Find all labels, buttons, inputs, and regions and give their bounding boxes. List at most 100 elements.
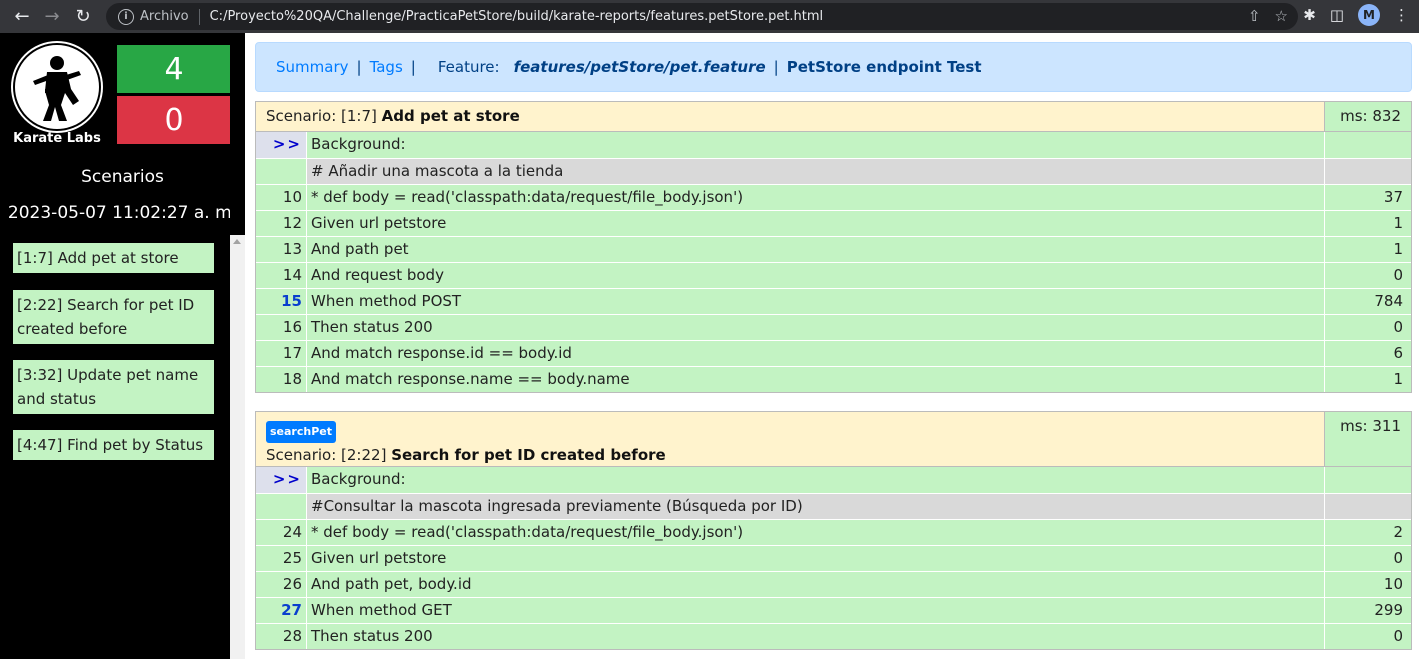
step-text: And match response.name == body.name xyxy=(307,367,1324,392)
step-duration: 784 xyxy=(1324,289,1411,314)
scenarios-title: Scenarios xyxy=(81,167,164,187)
line-number: 26 xyxy=(256,572,307,597)
step-duration: 10 xyxy=(1324,572,1411,597)
feature-name: PetStore endpoint Test xyxy=(786,58,982,76)
step-row: 12 Given url petstore 1 xyxy=(256,210,1411,236)
scenario-link[interactable]: [2:22] Search for pet ID created before xyxy=(13,290,214,344)
back-arrow-icon[interactable]: ← xyxy=(7,1,37,31)
line-number xyxy=(256,494,307,519)
step-duration: 1 xyxy=(1324,211,1411,236)
line-number: 10 xyxy=(256,185,307,210)
menu-icon[interactable]: ⋮ xyxy=(1394,6,1409,24)
scrollbar[interactable] xyxy=(230,235,245,659)
step-duration: 0 xyxy=(1324,546,1411,571)
scenario-block: searchPet Scenario: [2:22] Search for pe… xyxy=(255,411,1412,650)
line-number: 14 xyxy=(256,263,307,288)
line-number: 27 xyxy=(256,598,307,623)
scenario-link[interactable]: [4:47] Find pet by Status xyxy=(13,430,214,460)
scenario-ms: ms: 311 xyxy=(1324,412,1411,466)
step-text: Then status 200 xyxy=(307,315,1324,340)
expand-toggle[interactable]: >> xyxy=(256,467,307,493)
failed-count: 0 xyxy=(117,96,231,144)
step-duration xyxy=(1324,132,1411,158)
line-number: 16 xyxy=(256,315,307,340)
step-row: # Añadir una mascota a la tienda xyxy=(256,158,1411,184)
forward-arrow-icon[interactable]: → xyxy=(37,1,67,31)
scheme-label: Archivo xyxy=(140,9,189,24)
share-icon[interactable]: ⇧ xyxy=(1248,7,1261,25)
step-duration xyxy=(1324,467,1411,493)
scenario-link[interactable]: [1:7] Add pet at store xyxy=(13,243,214,273)
scenario-title: Scenario: [1:7] Add pet at store xyxy=(256,102,1324,131)
line-number: 28 xyxy=(256,624,307,649)
step-row: 25 Given url petstore 0 xyxy=(256,545,1411,571)
step-duration: 2 xyxy=(1324,520,1411,545)
feature-path: features/petStore/pet.feature xyxy=(513,58,766,76)
logo-text: Karate Labs xyxy=(13,131,101,146)
tag-badge[interactable]: searchPet xyxy=(266,421,336,443)
feature-nav: Summary | Tags | Feature: features/petSt… xyxy=(255,42,1412,92)
step-duration: 37 xyxy=(1324,185,1411,210)
address-bar[interactable]: i Archivo C:/Proyecto%20QA/Challenge/Pra… xyxy=(106,3,1298,30)
divider xyxy=(198,8,200,25)
scenario-link[interactable]: [3:32] Update pet name and status xyxy=(13,360,214,414)
scenario-header: searchPet Scenario: [2:22] Search for pe… xyxy=(256,412,1411,467)
extensions-icon[interactable]: ✱ xyxy=(1303,6,1316,24)
step-duration: 0 xyxy=(1324,624,1411,649)
step-comment: #Consultar la mascota ingresada previame… xyxy=(307,494,1324,519)
scroll-up-icon[interactable] xyxy=(233,239,241,244)
divider: | xyxy=(410,58,416,76)
step-row: 16 Then status 200 0 xyxy=(256,314,1411,340)
step-duration: 0 xyxy=(1324,315,1411,340)
step-text: Given url petstore xyxy=(307,546,1324,571)
step-row: 13 And path pet 1 xyxy=(256,236,1411,262)
url-text[interactable]: C:/Proyecto%20QA/Challenge/PracticaPetSt… xyxy=(210,9,824,24)
step-text: Given url petstore xyxy=(307,211,1324,236)
expand-toggle[interactable]: >> xyxy=(256,132,307,158)
step-text: And path pet, body.id xyxy=(307,572,1324,597)
step-duration: 299 xyxy=(1324,598,1411,623)
step-comment: # Añadir una mascota a la tienda xyxy=(307,159,1324,184)
step-duration xyxy=(1324,159,1411,184)
step-text: When method POST xyxy=(307,289,1324,314)
step-duration: 1 xyxy=(1324,367,1411,392)
step-text: Then status 200 xyxy=(307,624,1324,649)
reload-icon[interactable]: ↻ xyxy=(68,1,98,31)
line-number xyxy=(256,159,307,184)
scenario-name: Add pet at store xyxy=(381,107,520,125)
side-panel-icon[interactable]: ◫ xyxy=(1330,6,1344,24)
scenario-header: Scenario: [1:7] Add pet at store ms: 832 xyxy=(256,102,1411,132)
step-row: 27 When method GET 299 xyxy=(256,597,1411,623)
step-row: 28 Then status 200 0 xyxy=(256,623,1411,649)
info-icon[interactable]: i xyxy=(118,8,134,25)
summary-link[interactable]: Summary xyxy=(276,58,349,76)
divider: | xyxy=(356,58,362,76)
divider: | xyxy=(773,58,779,76)
step-row: 14 And request body 0 xyxy=(256,262,1411,288)
scenario-prefix: Scenario: [1:7] xyxy=(266,107,377,125)
report-date: 2023-05-07 11:02:27 a. m. xyxy=(7,203,238,223)
step-text: And request body xyxy=(307,263,1324,288)
line-number: 25 xyxy=(256,546,307,571)
step-row: >> Background: xyxy=(256,467,1411,493)
step-row: 26 And path pet, body.id 10 xyxy=(256,571,1411,597)
line-number: 13 xyxy=(256,237,307,262)
line-number: 15 xyxy=(256,289,307,314)
step-row: >> Background: xyxy=(256,132,1411,158)
step-text: Background: xyxy=(307,132,1324,158)
main-content: Summary | Tags | Feature: features/petSt… xyxy=(245,33,1419,659)
avatar[interactable]: M xyxy=(1358,4,1380,26)
sidebar: Karate Labs 4 0 Scenarios 2023-05-07 11:… xyxy=(0,33,237,659)
scenario-title: searchPet Scenario: [2:22] Search for pe… xyxy=(256,412,1324,466)
step-text: When method GET xyxy=(307,598,1324,623)
line-number: 17 xyxy=(256,341,307,366)
step-row: 24 * def body = read('classpath:data/requ… xyxy=(256,519,1411,545)
scenario-name: Search for pet ID created before xyxy=(391,446,666,464)
tags-link[interactable]: Tags xyxy=(370,58,403,76)
star-icon[interactable]: ☆ xyxy=(1275,7,1288,25)
step-duration: 1 xyxy=(1324,237,1411,262)
passed-count: 4 xyxy=(117,45,231,93)
step-text: And match response.id == body.id xyxy=(307,341,1324,366)
step-duration xyxy=(1324,494,1411,519)
feature-label: Feature: xyxy=(437,58,500,76)
